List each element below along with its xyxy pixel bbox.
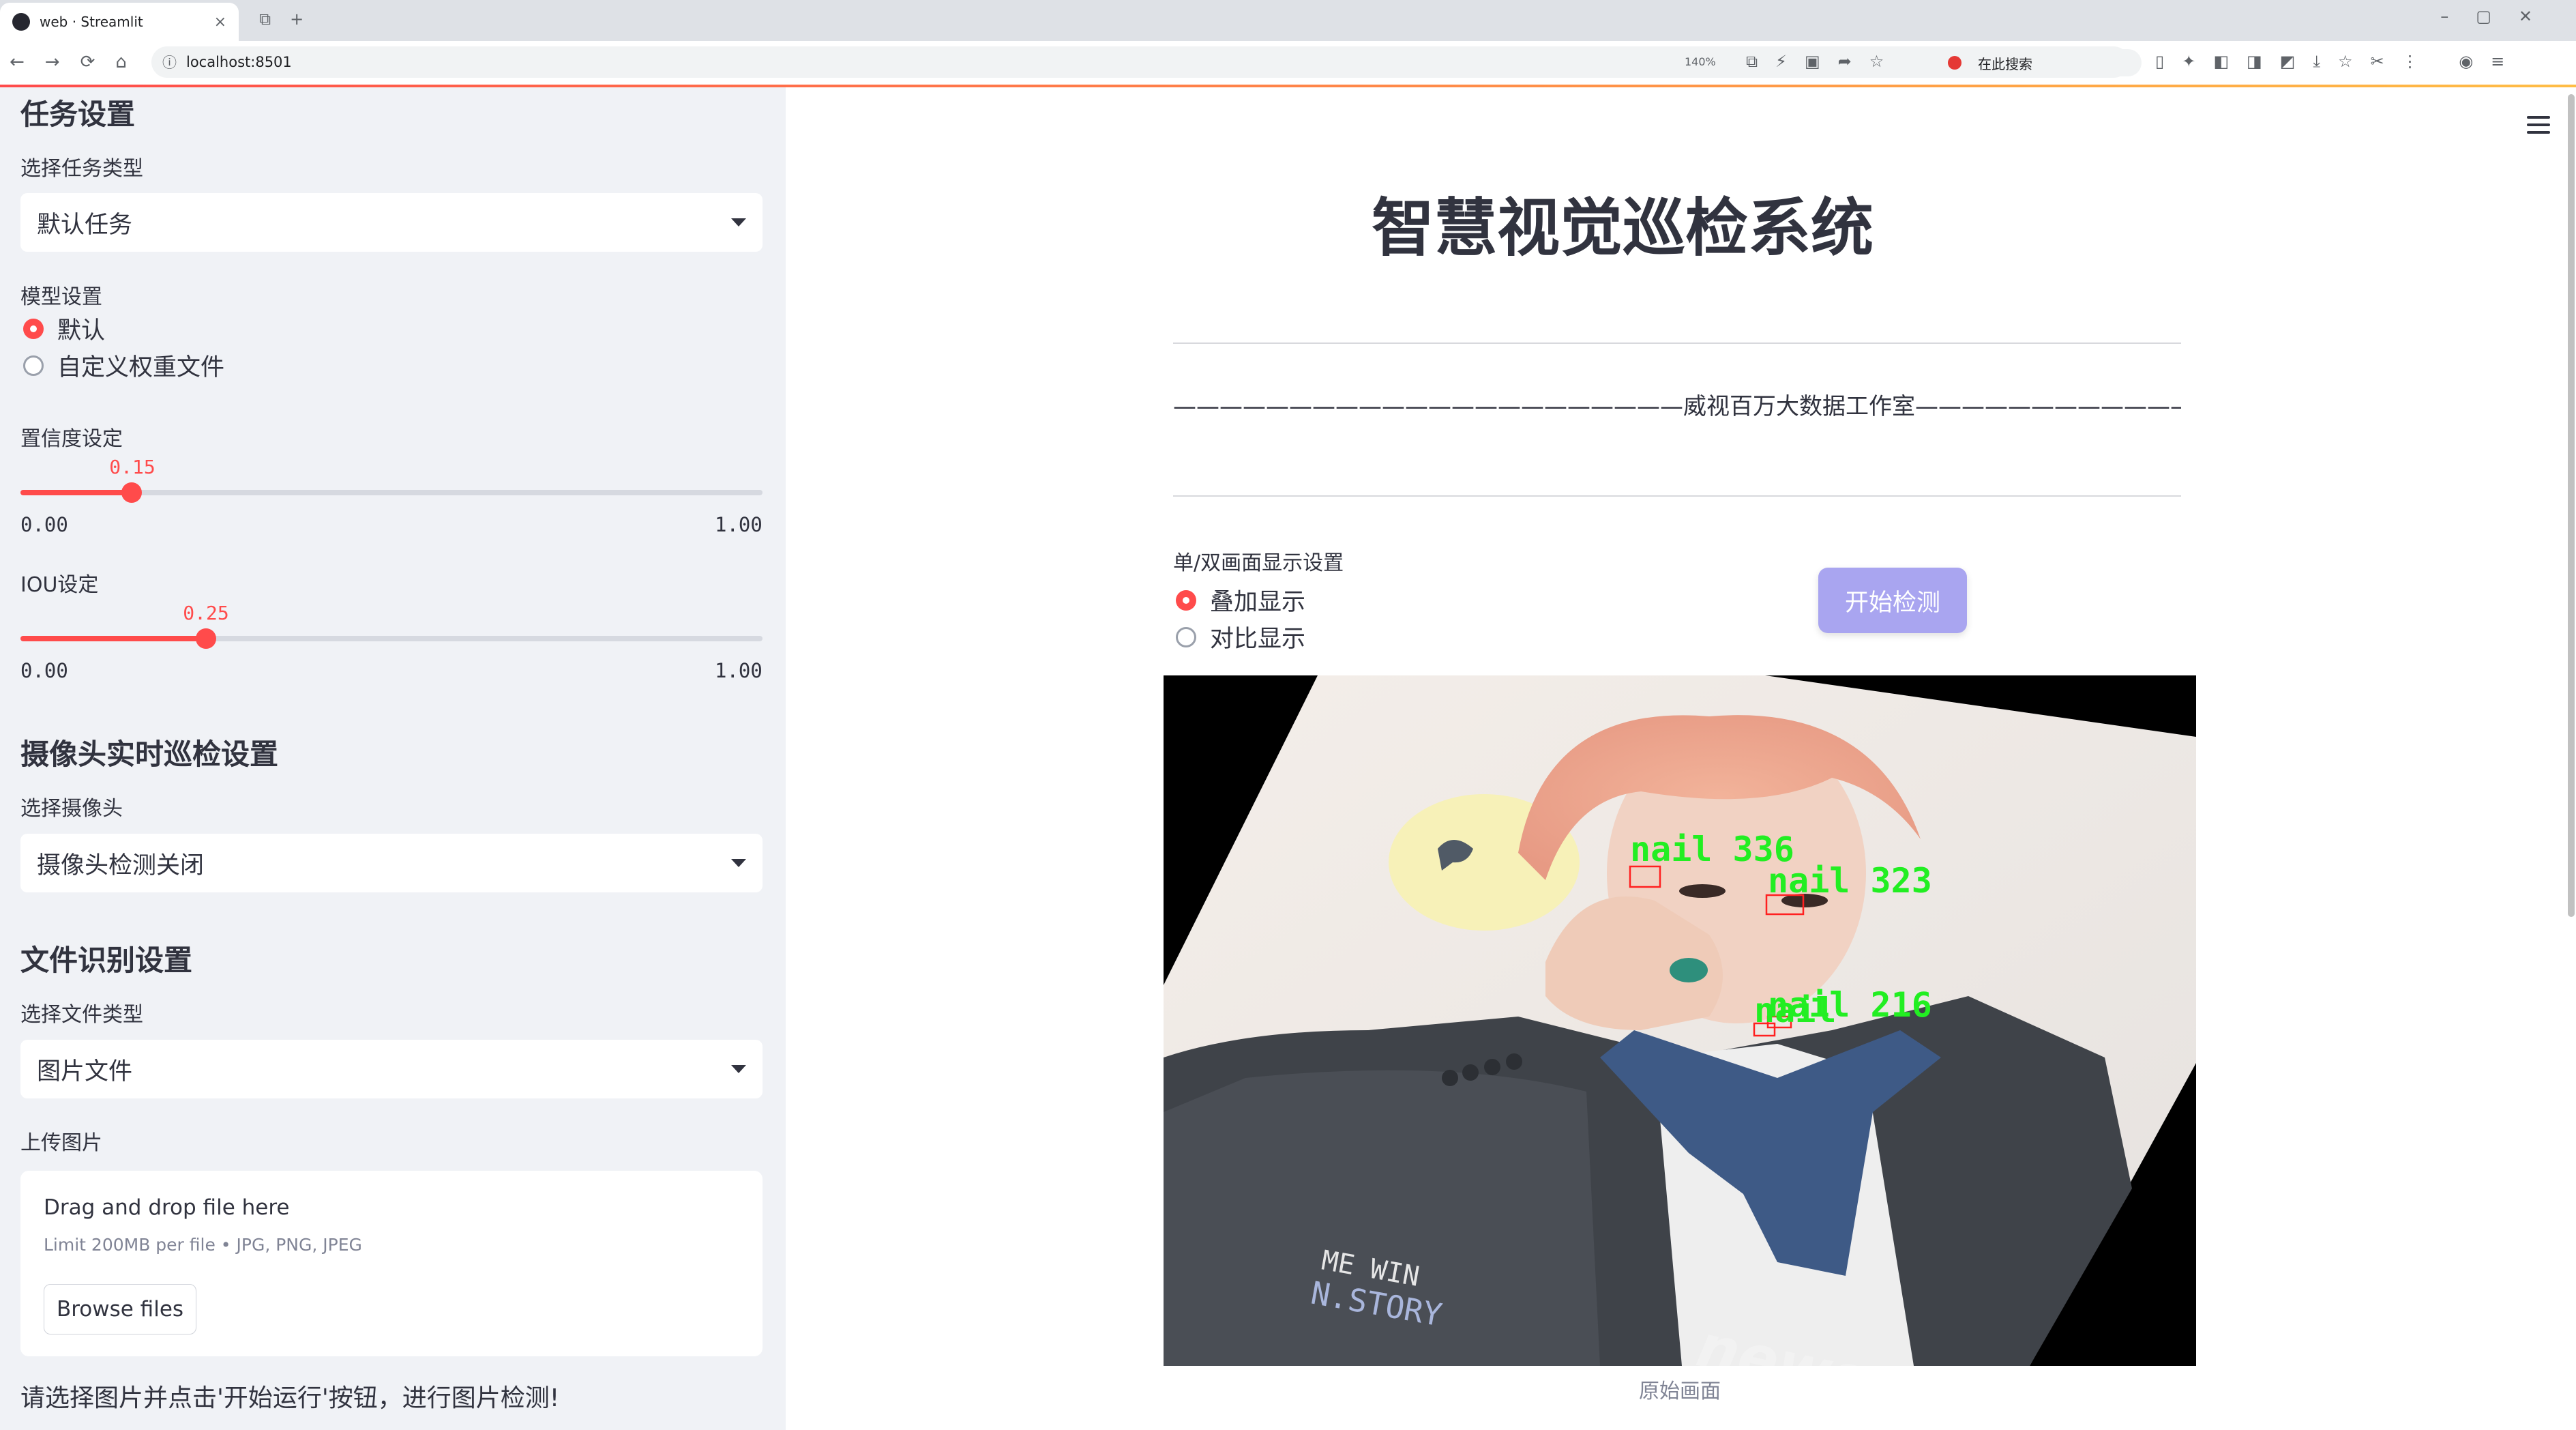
nav-buttons[interactable]: ←→⟳⌂ <box>10 52 147 72</box>
browse-files-button[interactable]: Browse files <box>44 1284 196 1334</box>
image-caption: 原始画面 <box>1639 1380 1721 1403</box>
tab-close-icon[interactable]: × <box>214 14 226 31</box>
page-scrollbar[interactable] <box>2568 94 2575 917</box>
iou-max: 1.00 <box>715 659 763 682</box>
upload-limit-text: Limit 200MB per file • JPG, PNG, JPEG <box>44 1235 362 1255</box>
chevron-down-icon <box>731 1065 746 1073</box>
iou-slider-thumb[interactable] <box>196 628 216 649</box>
file-uploader-dropzone[interactable]: Drag and drop file here Limit 200MB per … <box>20 1171 763 1356</box>
camera-section-heading: 摄像头实时巡检设置 <box>20 738 279 771</box>
display-option-label: 对比显示 <box>1210 626 1306 653</box>
toolbar-icons[interactable]: ▯✦◧◨◩⤓☆✂⋮ ◉≡ <box>2155 52 2522 71</box>
task-section-heading: 任务设置 <box>20 98 136 131</box>
browser-tabbar: web · Streamlit × ⧉+ –▢✕ <box>0 0 2576 41</box>
task-type-select[interactable]: 默认任务 <box>20 193 763 252</box>
display-option-label: 叠加显示 <box>1210 589 1306 616</box>
detection-image: ME WIN N.STORY news nail 336 nail 323 na… <box>1164 675 2196 1366</box>
browser-search-box[interactable]: 在此搜索 <box>1937 49 2142 76</box>
confidence-min: 0.00 <box>20 513 68 536</box>
confidence-slider-thumb[interactable] <box>121 482 142 503</box>
model-option-default[interactable]: 默认 <box>23 311 105 346</box>
sidebar: 任务设置 选择任务类型 默认任务 模型设置 默认 自定义权重文件 置信度设定 0… <box>0 87 786 1430</box>
confidence-value: 0.15 <box>109 456 156 478</box>
model-label: 模型设置 <box>20 285 102 309</box>
zoom-indicator[interactable]: 140% <box>1685 55 1716 68</box>
iou-label: IOU设定 <box>20 573 99 597</box>
radio-selected-icon <box>23 318 44 339</box>
window-controls[interactable]: –▢✕ <box>2440 7 2560 26</box>
chevron-down-icon <box>731 859 746 867</box>
file-type-select[interactable]: 图片文件 <box>20 1040 763 1098</box>
model-option-label: 自定义权重文件 <box>57 354 225 381</box>
divider-bottom <box>1173 495 2181 497</box>
radio-unselected-icon <box>23 355 44 376</box>
iou-min: 0.00 <box>20 659 68 682</box>
search-placeholder: 在此搜索 <box>1978 55 2032 72</box>
task-type-label: 选择任务类型 <box>20 157 143 181</box>
confidence-slider-fill <box>20 490 132 495</box>
task-type-value: 默认任务 <box>37 211 133 239</box>
radio-unselected-icon <box>1176 626 1196 647</box>
detection-label-4: nail <box>1754 991 1836 1030</box>
detection-label-2: nail 323 <box>1768 861 1932 901</box>
chevron-down-icon <box>731 218 746 227</box>
file-type-label: 选择文件类型 <box>20 1003 143 1027</box>
display-mode-label: 单/双画面显示设置 <box>1173 551 1344 575</box>
page-title: 智慧视觉巡检系统 <box>1371 192 1874 265</box>
confidence-slider[interactable] <box>20 482 763 503</box>
site-info-icon[interactable]: ⓘ <box>162 52 177 72</box>
camera-value: 摄像头检测关闭 <box>37 851 205 879</box>
iou-slider-fill <box>20 636 206 641</box>
extension-icons[interactable]: ⧉⚡▣➦☆ <box>1746 52 1901 71</box>
confidence-max: 1.00 <box>715 513 763 536</box>
radio-selected-icon <box>1176 589 1196 611</box>
streamlit-favicon-icon <box>12 13 30 31</box>
upload-hint: 请选择图片并点击'开始运行'按钮，进行图片检测! <box>20 1384 560 1412</box>
url-text: localhost:8501 <box>186 54 292 70</box>
main-area: 智慧视觉巡检系统 ——————————————————————威视百万大数据工作… <box>786 87 2576 1430</box>
camera-select[interactable]: 摄像头检测关闭 <box>20 834 763 892</box>
confidence-label: 置信度设定 <box>20 427 123 451</box>
studio-banner: ——————————————————————威视百万大数据工作室————————… <box>1173 393 2181 420</box>
file-section-heading: 文件识别设置 <box>20 944 193 977</box>
new-tab-icon[interactable]: ⧉+ <box>259 10 323 29</box>
iou-value: 0.25 <box>183 602 229 624</box>
search-engine-icon <box>1948 56 1961 70</box>
divider-top <box>1173 342 2181 344</box>
start-detection-button[interactable]: 开始检测 <box>1818 568 1967 633</box>
upload-label: 上传图片 <box>20 1131 102 1155</box>
camera-label: 选择摄像头 <box>20 797 123 821</box>
left-eye <box>1679 884 1726 898</box>
address-bar: ←→⟳⌂ ⓘ localhost:8501 140% ⧉⚡▣➦☆ 在此搜索 ▯✦… <box>0 41 2576 85</box>
tab-title: web · Streamlit <box>40 14 143 30</box>
main-menu-icon[interactable] <box>2527 116 2550 138</box>
upload-drag-text: Drag and drop file here <box>44 1195 290 1220</box>
browser-tab[interactable]: web · Streamlit × <box>0 3 239 41</box>
model-option-label: 默认 <box>57 317 106 345</box>
model-option-custom[interactable]: 自定义权重文件 <box>23 348 224 383</box>
iou-slider[interactable] <box>20 628 763 649</box>
file-type-value: 图片文件 <box>37 1057 133 1085</box>
ring-shape <box>1670 958 1708 982</box>
display-option-overlay[interactable]: 叠加显示 <box>1176 583 1305 617</box>
streamlit-app: 任务设置 选择任务类型 默认任务 模型设置 默认 自定义权重文件 置信度设定 0… <box>0 85 2576 1430</box>
display-option-compare[interactable]: 对比显示 <box>1176 619 1305 654</box>
